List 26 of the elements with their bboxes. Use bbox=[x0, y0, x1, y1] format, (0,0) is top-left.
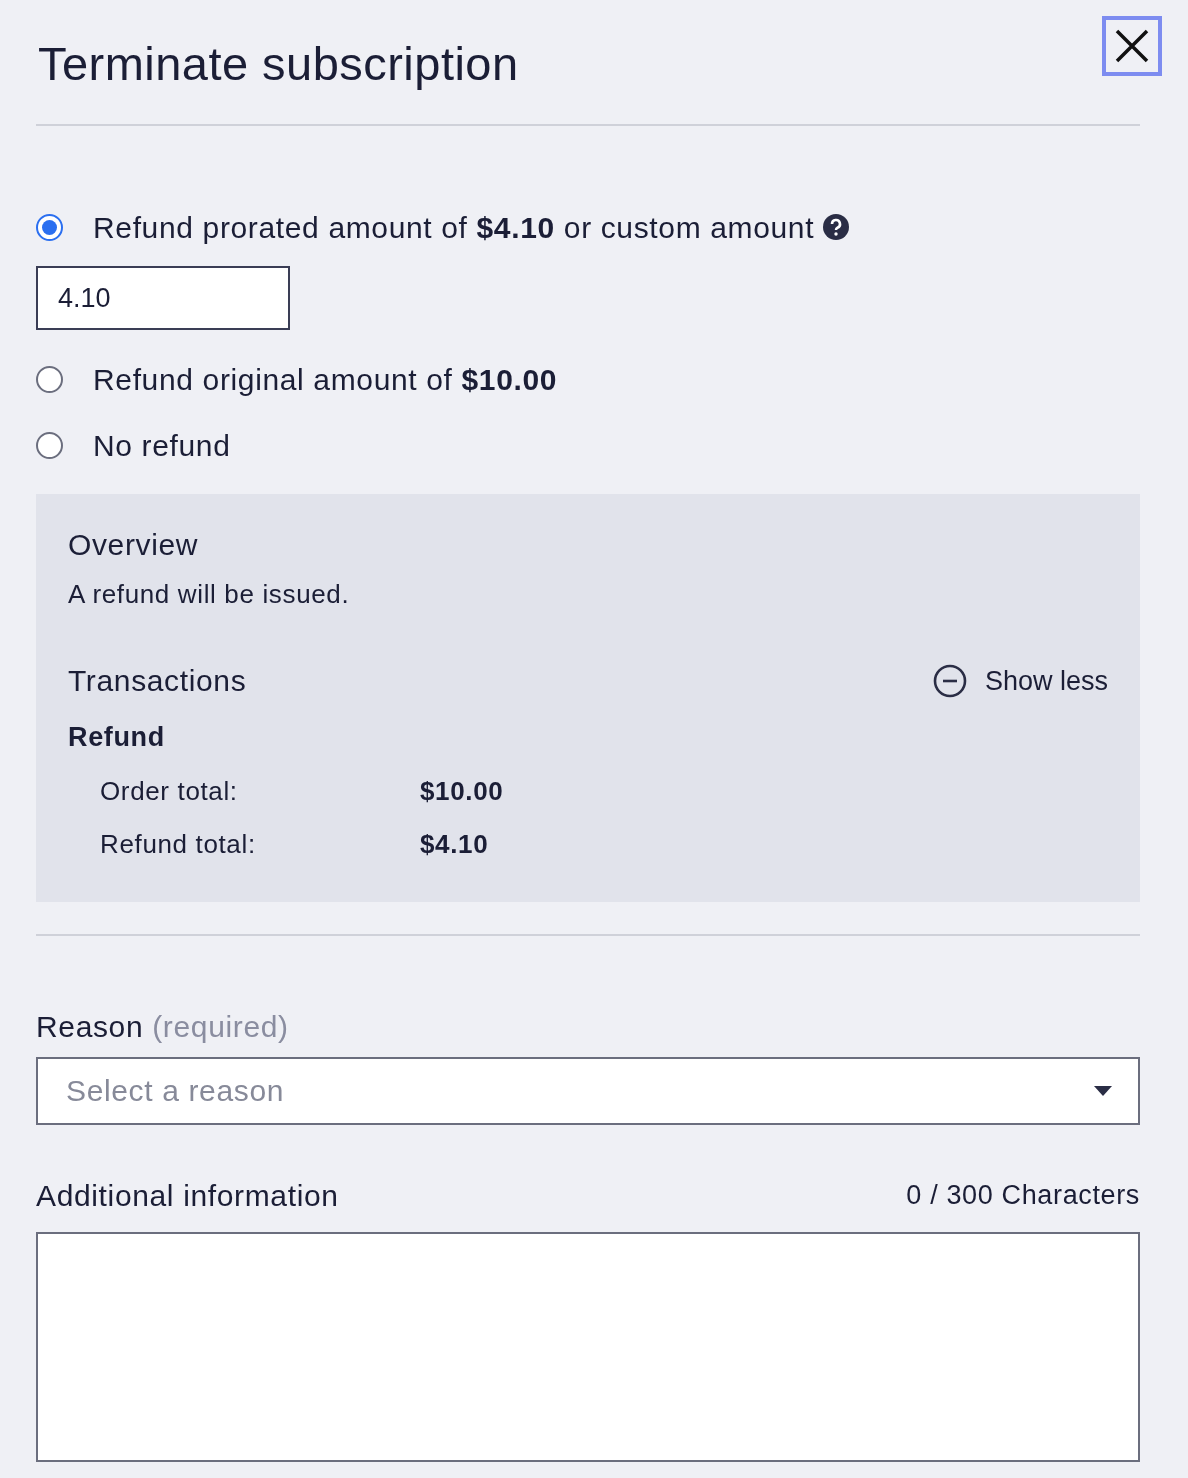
option-label: Refund prorated amount of $4.10 or custom amount bbox=[93, 209, 815, 246]
option-label: Refund original amount of $10.00 bbox=[93, 361, 558, 398]
overview-message: A refund will be issued. bbox=[68, 578, 351, 612]
overview-title: Overview bbox=[68, 527, 200, 564]
additional-info-field[interactable] bbox=[36, 1231, 1140, 1462]
radio-button[interactable] bbox=[36, 213, 63, 241]
transaction-group-title: Refund bbox=[68, 721, 166, 755]
line-value: $10.00 bbox=[420, 774, 504, 808]
additional-info-label: Additional information bbox=[36, 1177, 339, 1214]
close-button[interactable] bbox=[1102, 16, 1162, 76]
line-label: Refund total: bbox=[100, 827, 257, 861]
reason-label: Reason (required) bbox=[36, 1008, 290, 1045]
option-label: No refund bbox=[93, 427, 231, 464]
line-value: $4.10 bbox=[420, 827, 489, 861]
help-icon bbox=[822, 213, 851, 242]
close-icon bbox=[1114, 28, 1150, 64]
show-less-toggle[interactable]: Show less bbox=[932, 660, 1108, 702]
caret-icon bbox=[1094, 1085, 1112, 1096]
dialog-title: Terminate subscription bbox=[38, 36, 519, 92]
character-counter: 0 / 300 Characters bbox=[906, 1179, 1140, 1213]
radio-button[interactable] bbox=[36, 365, 63, 393]
radio-button[interactable] bbox=[36, 431, 63, 459]
line-label: Order total: bbox=[100, 774, 239, 808]
transactions-title: Transactions bbox=[68, 663, 247, 700]
amount-field[interactable]: 4.10 bbox=[36, 266, 290, 331]
minus-circle-icon bbox=[932, 663, 967, 698]
